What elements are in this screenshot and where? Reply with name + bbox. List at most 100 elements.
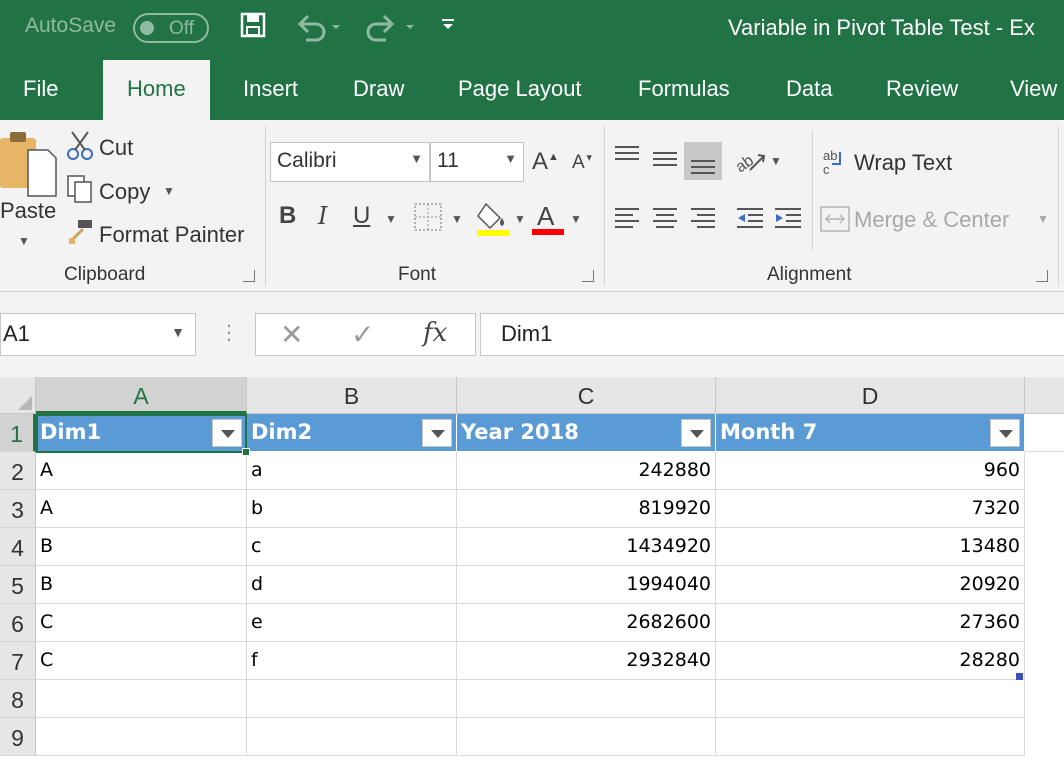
merge-center-icon[interactable]	[820, 206, 850, 239]
table-cell[interactable]: 28280	[716, 642, 1025, 680]
table-cell[interactable]: e	[247, 604, 457, 642]
row-header-9[interactable]: 9	[0, 718, 36, 756]
table-cell[interactable]: 2932840	[457, 642, 716, 680]
cancel-icon[interactable]: ✕	[280, 318, 303, 351]
insert-function-icon[interactable]: fx	[423, 318, 447, 348]
copy-dropdown-icon[interactable]: ▼	[163, 184, 175, 198]
table-cell[interactable]: d	[247, 566, 457, 604]
wrap-text-button[interactable]: Wrap Text	[854, 150, 952, 176]
table-cell[interactable]: b	[247, 490, 457, 528]
table-cell[interactable]	[457, 680, 716, 718]
column-header-b[interactable]: B	[247, 377, 457, 414]
column-header-d[interactable]: D	[716, 377, 1025, 414]
format-painter-icon[interactable]	[66, 218, 94, 253]
fill-color-icon[interactable]	[476, 200, 512, 243]
table-cell[interactable]: B	[36, 528, 247, 566]
table-header-cell[interactable]: Month 7	[716, 414, 1025, 452]
table-cell[interactable]: 1994040	[457, 566, 716, 604]
align-bottom-button[interactable]	[684, 142, 722, 180]
row-header-4[interactable]: 4	[0, 528, 36, 566]
table-cell[interactable]: 7320	[716, 490, 1025, 528]
table-cell[interactable]	[36, 718, 247, 756]
tab-page-layout[interactable]: Page Layout	[458, 76, 582, 102]
tab-draw[interactable]: Draw	[353, 76, 404, 102]
customize-toolbar-icon[interactable]	[440, 12, 456, 42]
redo-icon[interactable]	[364, 12, 420, 42]
table-cell[interactable]: 960	[716, 452, 1025, 490]
orientation-dropdown-icon[interactable]: ▼	[770, 154, 782, 168]
table-cell[interactable]: 819920	[457, 490, 716, 528]
table-cell[interactable]: 20920	[716, 566, 1025, 604]
row-header-7[interactable]: 7	[0, 642, 36, 680]
tab-view[interactable]: View	[1010, 76, 1057, 102]
autosave-toggle[interactable]: Off	[133, 13, 209, 43]
table-cell[interactable]: 1434920	[457, 528, 716, 566]
table-cell[interactable]: 242880	[457, 452, 716, 490]
increase-font-size-icon[interactable]: A▲	[532, 148, 559, 176]
cut-button[interactable]: Cut	[99, 135, 133, 161]
table-cell[interactable]: 27360	[716, 604, 1025, 642]
table-cell[interactable]	[716, 718, 1025, 756]
paste-button[interactable]: Paste ▼	[0, 130, 58, 260]
font-color-icon[interactable]: A	[532, 200, 566, 243]
row-header-2[interactable]: 2	[0, 452, 36, 490]
table-header-cell[interactable]: Dim2	[247, 414, 457, 452]
undo-icon[interactable]	[296, 12, 340, 42]
tab-review[interactable]: Review	[886, 76, 958, 102]
row-header-5[interactable]: 5	[0, 566, 36, 604]
tab-data[interactable]: Data	[786, 76, 832, 102]
align-right-icon[interactable]	[690, 206, 716, 237]
table-cell[interactable]: a	[247, 452, 457, 490]
font-size-dropdown[interactable]: 11 ▼	[430, 142, 524, 182]
italic-icon[interactable]: I	[318, 202, 327, 230]
table-cell[interactable]: B	[36, 566, 247, 604]
row-header-1[interactable]: 1	[0, 414, 36, 452]
filter-dropdown-icon[interactable]	[422, 419, 452, 447]
table-cell[interactable]	[457, 718, 716, 756]
table-cell[interactable]: c	[247, 528, 457, 566]
borders-dropdown-icon[interactable]: ▼	[451, 212, 463, 226]
enter-icon[interactable]: ✓	[351, 318, 374, 351]
underline-icon[interactable]: U	[353, 202, 370, 230]
table-cell[interactable]	[716, 680, 1025, 718]
tab-insert[interactable]: Insert	[243, 76, 298, 102]
tab-home[interactable]: Home	[103, 60, 210, 120]
table-cell[interactable]	[247, 718, 457, 756]
clipboard-dialog-launcher-icon[interactable]	[243, 270, 255, 282]
name-box[interactable]: A1 ▼	[0, 313, 196, 356]
decrease-font-size-icon[interactable]: A▼	[572, 152, 594, 174]
borders-icon[interactable]	[413, 202, 443, 239]
alignment-dialog-launcher-icon[interactable]	[1036, 270, 1048, 282]
table-cell[interactable]	[1025, 414, 1064, 452]
row-header-3[interactable]: 3	[0, 490, 36, 528]
filter-dropdown-icon[interactable]	[990, 419, 1020, 447]
align-top-icon[interactable]	[614, 144, 640, 173]
table-cell[interactable]: 2682600	[457, 604, 716, 642]
column-header-e[interactable]	[1025, 377, 1064, 414]
decrease-indent-icon[interactable]	[736, 206, 764, 237]
increase-indent-icon[interactable]	[774, 206, 802, 237]
save-icon[interactable]	[240, 12, 266, 42]
font-dialog-launcher-icon[interactable]	[582, 270, 594, 282]
copy-button[interactable]: Copy	[99, 179, 150, 205]
table-cell[interactable]: A	[36, 452, 247, 490]
merge-center-dropdown-icon[interactable]: ▼	[1037, 212, 1049, 226]
format-painter-button[interactable]: Format Painter	[99, 222, 245, 248]
formula-bar-grip-icon[interactable]: ⋮	[219, 320, 239, 345]
row-header-8[interactable]: 8	[0, 680, 36, 718]
column-header-c[interactable]: C	[457, 377, 716, 414]
table-cell[interactable]	[36, 680, 247, 718]
underline-dropdown-icon[interactable]: ▼	[385, 212, 397, 226]
row-header-6[interactable]: 6	[0, 604, 36, 642]
table-cell[interactable]: A	[36, 490, 247, 528]
table-cell[interactable]: C	[36, 642, 247, 680]
fill-color-dropdown-icon[interactable]: ▼	[514, 212, 526, 226]
fill-handle[interactable]	[242, 448, 250, 456]
table-cell[interactable]: f	[247, 642, 457, 680]
table-cell[interactable]: C	[36, 604, 247, 642]
bold-icon[interactable]: B	[279, 202, 296, 230]
orientation-icon[interactable]: ab	[733, 144, 766, 181]
font-name-dropdown[interactable]: Calibri ▼	[270, 142, 430, 182]
table-resize-handle[interactable]	[1016, 673, 1023, 680]
column-header-a[interactable]: A	[36, 377, 247, 414]
